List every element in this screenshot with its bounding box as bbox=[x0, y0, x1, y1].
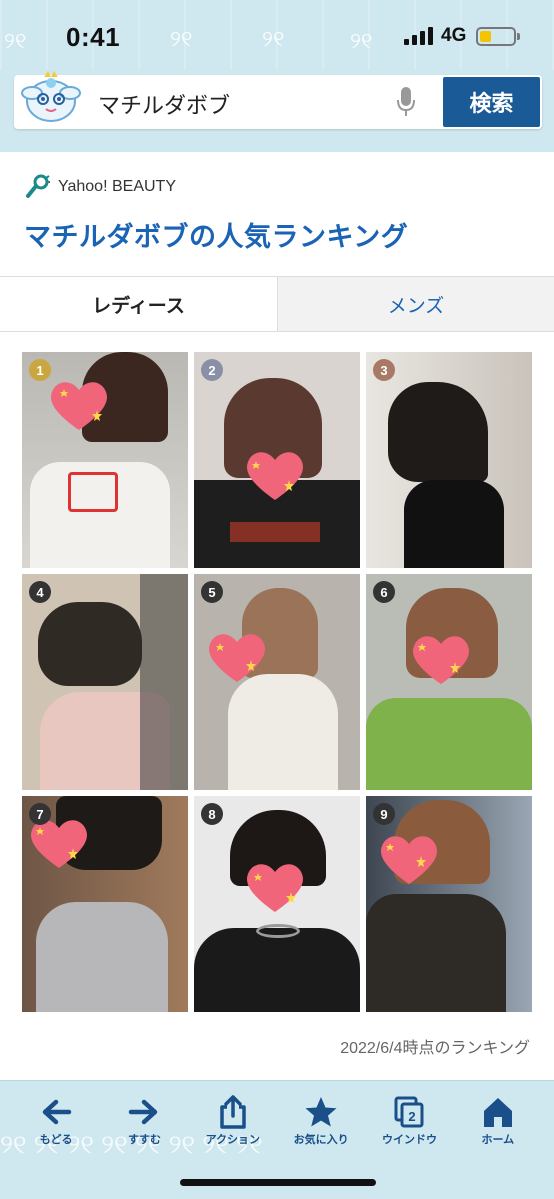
rank-badge: 1 bbox=[29, 359, 51, 381]
heart-sticker-icon bbox=[51, 382, 107, 430]
decor-swirl: ୨୧ bbox=[350, 28, 373, 53]
brand-label: Yahoo! BEAUTY bbox=[58, 178, 176, 195]
ranking-item[interactable]: 2 bbox=[194, 352, 360, 568]
tab-ladies[interactable]: レディース bbox=[0, 277, 277, 331]
hairstyle-photo bbox=[366, 796, 532, 1012]
heart-sticker-icon bbox=[247, 864, 303, 912]
heart-sticker-icon bbox=[381, 836, 437, 884]
heart-sticker-icon bbox=[247, 452, 303, 500]
ranking-item[interactable]: 4 bbox=[22, 574, 188, 790]
tab-mens[interactable]: メンズ bbox=[277, 277, 554, 331]
forward-button[interactable]: すすむ bbox=[104, 1095, 184, 1147]
home-label: ホーム bbox=[481, 1134, 515, 1146]
forward-label: すすむ bbox=[127, 1134, 161, 1146]
rank-badge: 4 bbox=[29, 581, 51, 603]
favorites-button[interactable]: お気に入り bbox=[281, 1095, 361, 1147]
ranking-grid: 1 2 3 4 5 6 7 8 9 bbox=[22, 352, 532, 1014]
home-indicator bbox=[180, 1179, 376, 1186]
forward-arrow-icon bbox=[129, 1099, 158, 1125]
ranking-item[interactable]: 3 bbox=[366, 352, 532, 568]
ranking-item[interactable]: 5 bbox=[194, 574, 360, 790]
decor-swirl: ୨୧ bbox=[262, 26, 285, 51]
back-label: もどる bbox=[39, 1134, 73, 1146]
decor-swirl: ୨୧ bbox=[170, 26, 193, 51]
share-icon bbox=[220, 1095, 246, 1129]
top-header-area: ୨୧ ୨୧ ୨୧ ୨୧ 0:41 4G マチルダボブ 検索 bbox=[0, 0, 554, 152]
bottom-toolbar: ୨୧ ୨୧ ୨୧ ୨୧ ୨୧ ୨୧ ୨୧ ୨୧ もどる すすむ アクション お気… bbox=[0, 1080, 554, 1199]
hairstyle-photo bbox=[366, 352, 532, 568]
favorites-label: お気に入り bbox=[293, 1134, 349, 1146]
back-button[interactable]: もどる bbox=[16, 1095, 96, 1147]
rank-badge: 2 bbox=[201, 359, 223, 381]
hair-dryer-icon bbox=[26, 174, 50, 198]
star-icon bbox=[305, 1097, 337, 1127]
main-content: Yahoo! BEAUTY マチルダボブの人気ランキング レディース メンズ 1 bbox=[0, 152, 554, 1080]
action-button[interactable]: アクション bbox=[193, 1095, 273, 1147]
signal-strength-icon bbox=[404, 27, 433, 45]
status-bar: ୨୧ ୨୧ ୨୧ ୨୧ 0:41 4G bbox=[0, 0, 554, 72]
rank-badge: 7 bbox=[29, 803, 51, 825]
network-type: 4G bbox=[441, 25, 467, 46]
rank-badge: 3 bbox=[373, 359, 395, 381]
ranking-item[interactable]: 6 bbox=[366, 574, 532, 790]
windows-label: ウインドウ bbox=[381, 1134, 437, 1146]
ranking-item[interactable]: 7 bbox=[22, 796, 188, 1012]
ranking-item[interactable]: 8 bbox=[194, 796, 360, 1012]
bottom-nav: もどる すすむ アクション お気に入り 2 ウインドウ ホーム bbox=[0, 1095, 554, 1147]
rank-badge: 5 bbox=[201, 581, 223, 603]
windows-button[interactable]: 2 ウインドウ bbox=[369, 1095, 449, 1147]
action-label: アクション bbox=[205, 1134, 261, 1146]
status-time: 0:41 bbox=[66, 22, 121, 52]
home-button[interactable]: ホーム bbox=[458, 1095, 538, 1147]
rank-badge: 6 bbox=[373, 581, 395, 603]
home-icon bbox=[483, 1098, 512, 1127]
search-bar[interactable]: マチルダボブ 検索 bbox=[14, 71, 542, 129]
back-arrow-icon bbox=[42, 1099, 72, 1125]
heart-sticker-icon bbox=[209, 634, 265, 682]
brand-row[interactable]: Yahoo! BEAUTY bbox=[24, 174, 176, 200]
rank-badge: 8 bbox=[201, 803, 223, 825]
ranking-date-note: 2022/6/4時点のランキング bbox=[340, 1040, 530, 1057]
rank-badge: 9 bbox=[373, 803, 395, 825]
page-title: マチルダボブの人気ランキング bbox=[24, 222, 409, 252]
hairstyle-photo bbox=[22, 574, 188, 790]
mascot-icon bbox=[21, 71, 81, 122]
ranking-item[interactable]: 9 bbox=[366, 796, 532, 1012]
gender-tabs: レディース メンズ bbox=[0, 276, 554, 332]
heart-sticker-icon bbox=[413, 636, 469, 684]
decor-swirl: ୨୧ bbox=[4, 28, 27, 53]
battery-icon bbox=[476, 27, 520, 46]
windows-icon: 2 bbox=[394, 1096, 424, 1128]
window-count: 2 bbox=[409, 1109, 416, 1124]
ranking-item[interactable]: 1 bbox=[22, 352, 188, 568]
search-input[interactable]: マチルダボブ bbox=[98, 88, 230, 120]
search-button[interactable]: 検索 bbox=[443, 77, 540, 127]
microphone-icon[interactable] bbox=[396, 86, 416, 118]
